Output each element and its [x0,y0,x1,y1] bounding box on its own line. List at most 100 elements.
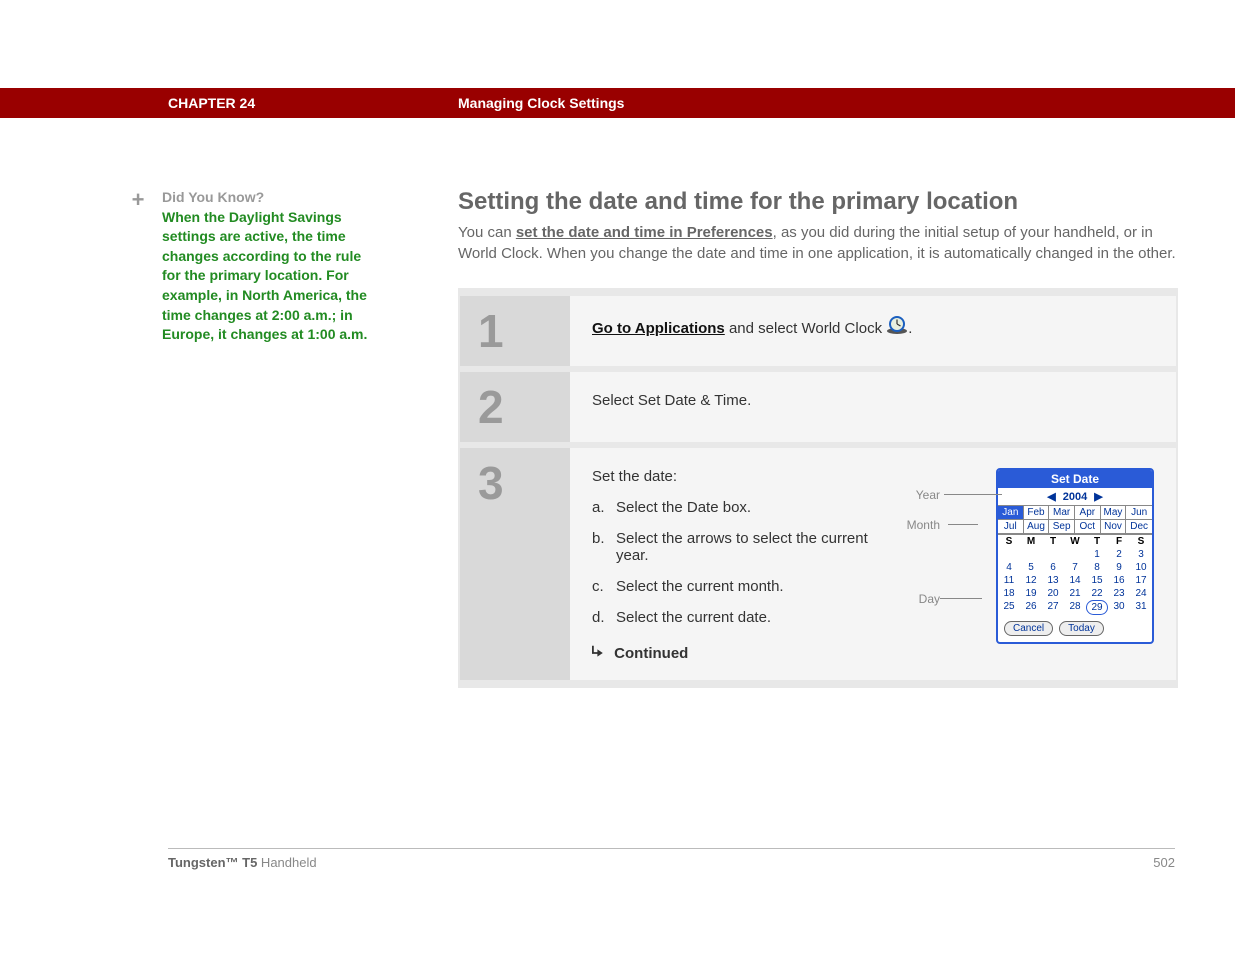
step-3c-text: Select the current month. [616,578,784,595]
footer-page-number: 502 [1153,855,1175,870]
day-cell-16[interactable]: 16 [1108,574,1130,587]
day-cell-24[interactable]: 24 [1130,587,1152,600]
world-clock-icon [886,316,908,342]
callout-year: Year [916,488,940,502]
year-prev-arrow[interactable]: ◀ [1043,491,1059,503]
day-cell-20[interactable]: 20 [1042,587,1064,600]
day-cell-21[interactable]: 21 [1064,587,1086,600]
intro-before: You can [458,224,516,241]
day-cell-8[interactable]: 8 [1086,561,1108,574]
main-content: Setting the date and time for the primar… [458,188,1178,688]
day-cell-22[interactable]: 22 [1086,587,1108,600]
day-cell-31[interactable]: 31 [1130,600,1152,615]
year-selector: ◀ 2004 ▶ [998,488,1152,505]
year-next-arrow[interactable]: ▶ [1090,491,1106,503]
step-1-number: 1 [478,304,554,358]
step-3a-text: Select the Date box. [616,499,751,516]
day-cell-5[interactable]: 5 [1020,561,1042,574]
chapter-header: CHAPTER 24 Managing Clock Settings [0,88,1235,118]
month-cell-may[interactable]: May [1101,506,1127,520]
step-2-text: Select Set Date & Time. [592,392,751,409]
day-cell-19[interactable]: 19 [1020,587,1042,600]
month-cell-jul[interactable]: Jul [998,520,1024,534]
day-cell-4[interactable]: 4 [998,561,1020,574]
day-cell-30[interactable]: 30 [1108,600,1130,615]
month-grid: JanFebMarAprMayJun JulAugSepOctNovDec [998,505,1152,535]
day-cell-3[interactable]: 3 [1130,548,1152,561]
month-cell-apr[interactable]: Apr [1075,506,1101,520]
section-title: Setting the date and time for the primar… [458,188,1178,216]
day-of-week-header: SMTWTFS [998,535,1152,548]
day-cell-23[interactable]: 23 [1108,587,1130,600]
month-cell-oct[interactable]: Oct [1075,520,1101,534]
dow-header-cell: S [998,535,1020,548]
intro-paragraph: You can set the date and time in Prefere… [458,222,1178,264]
sidebar: + Did You Know? When the Daylight Saving… [0,188,458,688]
month-cell-jan[interactable]: Jan [998,506,1024,520]
chapter-label: CHAPTER 24 [168,95,458,111]
day-cell-26[interactable]: 26 [1020,600,1042,615]
day-cell-11[interactable]: 11 [998,574,1020,587]
month-cell-dec[interactable]: Dec [1126,520,1152,534]
day-cell-2[interactable]: 2 [1108,548,1130,561]
day-cell-empty [1042,548,1064,561]
day-cell-empty [998,548,1020,561]
day-cell-27[interactable]: 27 [1042,600,1064,615]
step-3-title: Set the date: [592,468,874,485]
day-cell-15[interactable]: 15 [1086,574,1108,587]
day-cell-9[interactable]: 9 [1108,561,1130,574]
day-cell-1[interactable]: 1 [1086,548,1108,561]
dow-header-cell: T [1042,535,1064,548]
dow-header-cell: T [1086,535,1108,548]
day-cell-13[interactable]: 13 [1042,574,1064,587]
day-cell-29[interactable]: 29 [1086,600,1108,615]
day-cell-14[interactable]: 14 [1064,574,1086,587]
month-cell-aug[interactable]: Aug [1024,520,1050,534]
step-3-number: 3 [478,456,554,510]
day-cell-7[interactable]: 7 [1064,561,1086,574]
callout-month: Month [907,518,940,532]
month-cell-jun[interactable]: Jun [1126,506,1152,520]
preferences-link[interactable]: set the date and time in Preferences [516,224,773,241]
step-1-period: . [908,320,912,337]
dow-header-cell: W [1064,535,1086,548]
day-cell-empty [1020,548,1042,561]
day-cell-empty [1064,548,1086,561]
chapter-title: Managing Clock Settings [458,95,624,111]
cancel-button[interactable]: Cancel [1004,621,1053,636]
day-cell-17[interactable]: 17 [1130,574,1152,587]
dow-header-cell: M [1020,535,1042,548]
continued-arrow-icon [592,644,606,662]
month-cell-feb[interactable]: Feb [1024,506,1050,520]
day-cell-18[interactable]: 18 [998,587,1020,600]
step-3-row: 3 Set the date: a.Select the Date box. b… [460,448,1176,680]
step-1-rest: and select World Clock [725,320,886,337]
step-2-row: 2 Select Set Date & Time. [460,372,1176,442]
month-cell-sep[interactable]: Sep [1049,520,1075,534]
month-cell-mar[interactable]: Mar [1049,506,1075,520]
day-cell-25[interactable]: 25 [998,600,1020,615]
callout-day: Day [919,592,940,606]
step-2-number: 2 [478,380,554,434]
day-cell-10[interactable]: 10 [1130,561,1152,574]
month-cell-nov[interactable]: Nov [1101,520,1127,534]
go-to-applications-link[interactable]: Go to Applications [592,320,725,337]
footer-product: Tungsten™ T5 Handheld [168,855,317,870]
step-3-instructions: Set the date: a.Select the Date box. b.S… [592,468,874,662]
steps-table: 1 Go to Applications and select World Cl… [458,288,1178,688]
day-cell-28[interactable]: 28 [1064,600,1086,615]
day-cell-12[interactable]: 12 [1020,574,1042,587]
day-cell-6[interactable]: 6 [1042,561,1064,574]
tip-body: When the Daylight Savings settings are a… [162,208,368,345]
today-button[interactable]: Today [1059,621,1104,636]
step-3d-text: Select the current date. [616,609,771,626]
set-date-panel: Set Date ◀ 2004 ▶ JanFebMarAprMayJunJulA… [996,468,1154,644]
plus-icon: + [128,190,148,210]
did-you-know-box: + Did You Know? When the Daylight Saving… [128,188,368,345]
set-date-figure: Year Month Day Set Date ◀ [894,468,1154,662]
step-3b-text: Select the arrows to select the current … [616,530,868,564]
step-1-row: 1 Go to Applications and select World Cl… [460,296,1176,366]
year-value: 2004 [1063,491,1087,503]
day-grid: 1234567891011121314151617181920212223242… [998,548,1152,615]
dow-header-cell: F [1108,535,1130,548]
